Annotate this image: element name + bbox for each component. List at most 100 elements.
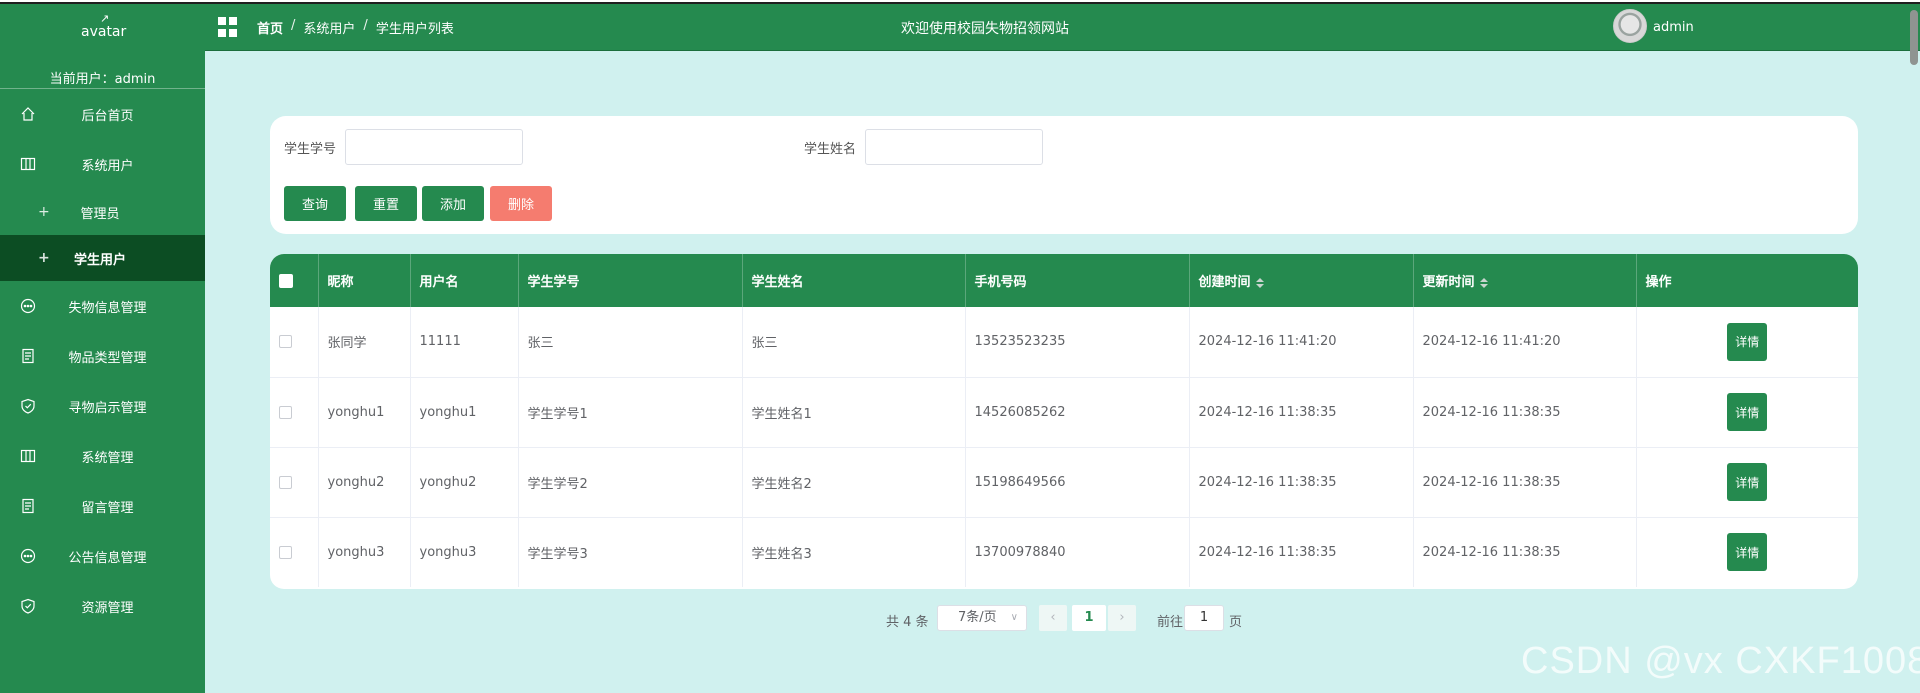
prev-page-button[interactable]: ‹ xyxy=(1039,605,1067,631)
cell-created: 2024-12-16 11:38:35 xyxy=(1189,517,1414,587)
pagination-total: 共 4 条 xyxy=(886,615,929,630)
sidebar-item-label: 系统用户 xyxy=(81,158,134,174)
sidebar-item-lost-notices[interactable]: 寻物启示管理 xyxy=(0,381,205,431)
sort-icon[interactable] xyxy=(1255,277,1264,288)
breadcrumb-system-users[interactable]: 系统用户 xyxy=(303,18,355,37)
cell-updated: 2024-12-16 11:38:35 xyxy=(1413,377,1637,447)
page-number-current[interactable]: 1 xyxy=(1072,605,1106,631)
cell-phone: 13700978840 xyxy=(965,517,1190,587)
sort-icon[interactable] xyxy=(1479,277,1488,288)
sidebar-item-label: 物品类型管理 xyxy=(68,350,147,366)
scrollbar[interactable] xyxy=(1910,10,1918,65)
avatar: ↗ avatar xyxy=(81,12,126,40)
user-avatar[interactable] xyxy=(1613,9,1647,43)
reset-button[interactable]: 重置 xyxy=(355,186,417,221)
student-no-input[interactable] xyxy=(345,129,523,165)
detail-button[interactable]: 详情 xyxy=(1727,322,1768,361)
row-checkbox[interactable] xyxy=(279,475,292,489)
page-size-select[interactable]: 7条/页 ∨ xyxy=(937,605,1027,631)
cell-username: yonghu1 xyxy=(410,377,519,447)
student-name-label: 学生姓名 xyxy=(804,142,857,157)
page-suffix-label: 页 xyxy=(1229,615,1243,630)
header-student-name: 学生姓名 xyxy=(742,254,966,307)
row-checkbox[interactable] xyxy=(279,335,292,349)
broken-image-icon: ↗ xyxy=(100,12,110,25)
header-student-no: 学生学号 xyxy=(518,254,743,307)
chevron-down-icon: ∨ xyxy=(1010,612,1018,623)
chevron-right-icon: › xyxy=(1119,610,1125,625)
breadcrumb-home[interactable]: 首页 xyxy=(257,18,283,37)
cell-student-name: 张三 xyxy=(742,307,966,377)
sidebar-item-item-types[interactable]: 物品类型管理 xyxy=(0,331,205,381)
sidebar-item-label: 管理员 xyxy=(80,206,120,222)
cell-nickname: yonghu2 xyxy=(318,447,411,517)
welcome-text: 欢迎使用校园失物招领网站 xyxy=(901,21,1069,37)
cell-phone: 13523523235 xyxy=(965,307,1190,377)
breadcrumb-current: 学生用户列表 xyxy=(375,22,454,37)
header-phone: 手机号码 xyxy=(965,254,1190,307)
next-page-button[interactable]: › xyxy=(1108,605,1136,631)
header-created-time[interactable]: 创建时间 xyxy=(1189,254,1414,307)
header-nickname: 昵称 xyxy=(318,254,411,307)
page-size-value: 7条/页 xyxy=(958,610,997,625)
header-username: 用户名 xyxy=(410,254,519,307)
add-button[interactable]: 添加 xyxy=(422,186,484,221)
cell-username: 11111 xyxy=(410,307,519,377)
delete-button[interactable]: 删除 xyxy=(490,186,552,221)
cell-student-name: 学生姓名3 xyxy=(742,517,966,587)
sidebar-item-announcements[interactable]: 公告信息管理 xyxy=(0,531,205,581)
table-row: yonghu3 yonghu3 学生学号3 学生姓名3 13700978840 … xyxy=(270,517,1858,587)
row-checkbox[interactable] xyxy=(279,405,292,419)
sidebar-item-label: 后台首页 xyxy=(81,108,134,124)
current-user-label: 当前用户：admin xyxy=(49,72,156,87)
cell-student-no: 学生学号2 xyxy=(518,447,743,517)
cell-nickname: yonghu3 xyxy=(318,517,411,587)
sidebar-item-label: 学生用户 xyxy=(73,252,126,268)
sidebar-item-system-users[interactable]: 系统用户 xyxy=(0,139,205,189)
breadcrumb: 首页 / 系统用户 / 学生用户列表 xyxy=(257,18,454,37)
sidebar-item-student-users[interactable]: + 学生用户 xyxy=(0,235,205,281)
goto-page-input[interactable]: 1 xyxy=(1184,605,1224,631)
sidebar-item-messages[interactable]: 留言管理 xyxy=(0,481,205,531)
cell-username: yonghu2 xyxy=(410,447,519,517)
breadcrumb-separator: / xyxy=(363,18,368,33)
detail-button[interactable]: 详情 xyxy=(1727,393,1768,431)
goto-label: 前往 xyxy=(1157,615,1184,630)
sidebar-item-label: 失物信息管理 xyxy=(68,300,147,316)
header-updated-time[interactable]: 更新时间 xyxy=(1413,254,1637,307)
sidebar: ↗ avatar 当前用户：admin 后台首页 系统用户 + 管理员 + 学生… xyxy=(0,4,205,693)
sidebar-item-dashboard[interactable]: 后台首页 xyxy=(0,89,205,139)
top-header: 首页 / 系统用户 / 学生用户列表 欢迎使用校园失物招领网站 admin xyxy=(205,4,1920,51)
sidebar-item-label: 公告信息管理 xyxy=(68,550,147,566)
header-username[interactable]: admin xyxy=(1653,20,1694,35)
row-select-cell xyxy=(270,307,319,377)
query-button[interactable]: 查询 xyxy=(284,186,346,221)
sidebar-item-lost-items[interactable]: 失物信息管理 xyxy=(0,281,205,331)
cell-phone: 14526085262 xyxy=(965,377,1190,447)
cell-updated: 2024-12-16 11:38:35 xyxy=(1413,517,1637,587)
select-all-checkbox[interactable] xyxy=(279,273,293,288)
sidebar-item-resources[interactable]: 资源管理 xyxy=(0,581,205,631)
sidebar-item-label: 系统管理 xyxy=(81,450,134,466)
cell-created: 2024-12-16 11:38:35 xyxy=(1189,447,1414,517)
chevron-left-icon: ‹ xyxy=(1050,610,1056,625)
student-no-label: 学生学号 xyxy=(284,142,337,157)
cell-updated: 2024-12-16 11:38:35 xyxy=(1413,447,1637,517)
cell-actions: 详情 xyxy=(1636,307,1858,377)
sidebar-item-label: 留言管理 xyxy=(81,500,134,516)
detail-button[interactable]: 详情 xyxy=(1727,463,1768,501)
table-row: 张同学 11111 张三 张三 13523523235 2024-12-16 1… xyxy=(270,307,1858,377)
student-name-input[interactable] xyxy=(865,129,1043,165)
sidebar-header: ↗ avatar 当前用户：admin xyxy=(0,4,205,89)
header-actions: 操作 xyxy=(1645,275,1672,290)
cell-student-no: 张三 xyxy=(518,307,743,377)
sidebar-item-admins[interactable]: + 管理员 xyxy=(0,189,205,235)
cell-student-name: 学生姓名2 xyxy=(742,447,966,517)
table-row: yonghu2 yonghu2 学生学号2 学生姓名2 15198649566 … xyxy=(270,447,1858,517)
sidebar-item-system-management[interactable]: 系统管理 xyxy=(0,431,205,481)
cell-actions: 详情 xyxy=(1636,517,1858,587)
detail-button[interactable]: 详情 xyxy=(1727,533,1768,572)
row-checkbox[interactable] xyxy=(279,545,292,559)
menu-grid-icon[interactable] xyxy=(218,17,238,37)
table-header-row: 昵称 用户名 学生学号 学生姓名 手机号码 创建时间 更新时间 操作 xyxy=(270,254,1858,307)
